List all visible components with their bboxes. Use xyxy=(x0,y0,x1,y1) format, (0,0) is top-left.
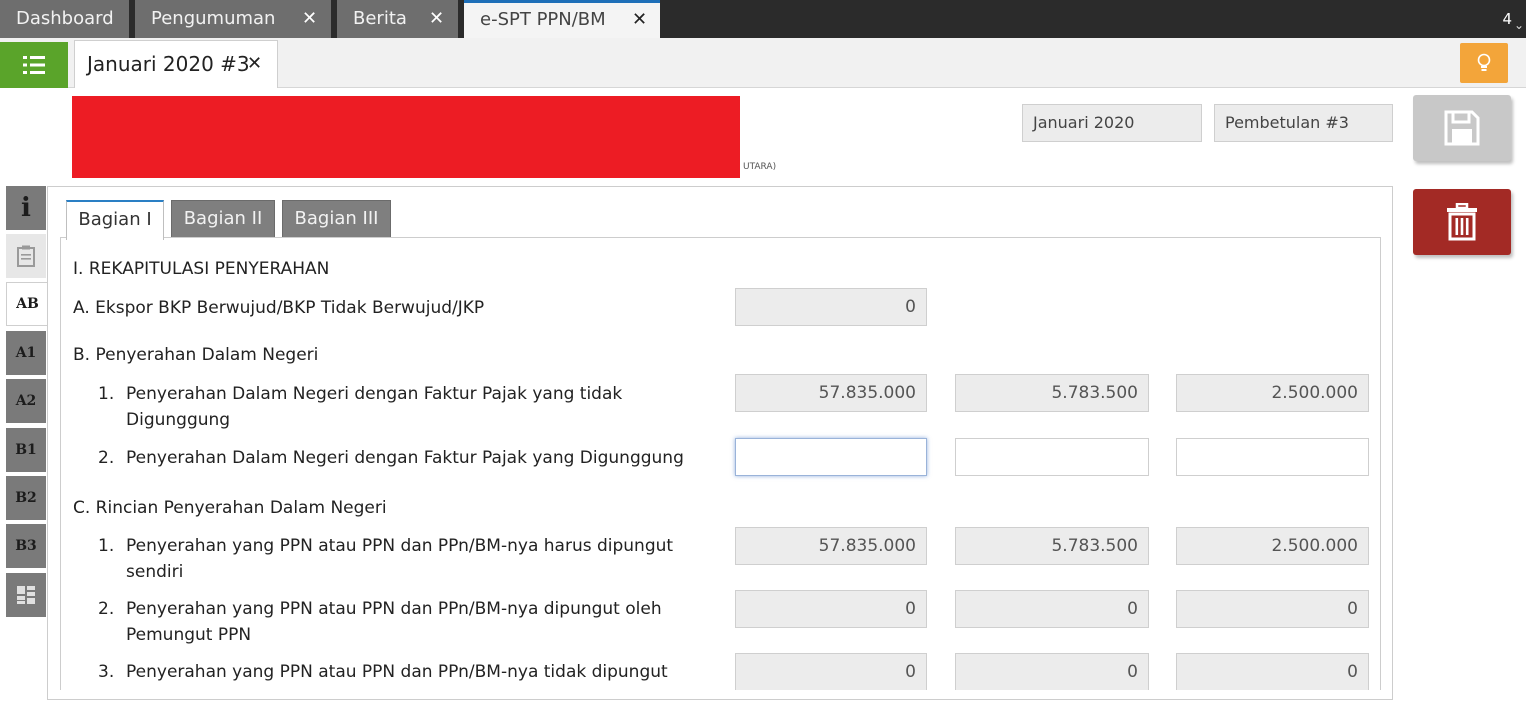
document-tab-label: Januari 2020 #3 xyxy=(87,52,250,76)
section-title: I. REKAPITULASI PENYERAHAN xyxy=(73,259,330,279)
save-button[interactable] xyxy=(1413,95,1511,161)
b2-ppnbm-input[interactable] xyxy=(1176,438,1369,476)
nav-label: B1 xyxy=(15,442,37,458)
c3-ppn-field: 0 xyxy=(955,653,1149,690)
tab-bagian-3[interactable]: Bagian III xyxy=(282,200,391,238)
list-icon xyxy=(23,56,45,74)
trash-icon xyxy=(1447,203,1477,241)
tab-pengumuman[interactable]: Pengumuman ✕ xyxy=(135,0,331,38)
tab-count-badge: 4 xyxy=(1502,10,1512,28)
row-number: 2. xyxy=(98,448,115,468)
tab-label: Berita xyxy=(353,8,407,29)
info-icon: i xyxy=(21,193,31,223)
clipboard-icon xyxy=(17,245,35,267)
nav-label: AB xyxy=(16,296,39,312)
nav-ab[interactable]: AB xyxy=(6,282,48,326)
delete-button[interactable] xyxy=(1413,189,1511,255)
revision-field: Pembetulan #3 xyxy=(1214,104,1393,142)
nav-a2[interactable]: A2 xyxy=(6,379,46,423)
menu-list-button[interactable] xyxy=(0,42,68,88)
close-icon[interactable]: ✕ xyxy=(302,0,317,38)
tab-espt-ppn-bm[interactable]: e-SPT PPN/BM ✕ xyxy=(464,0,660,38)
c2-dpp-field: 0 xyxy=(735,590,927,628)
close-icon[interactable]: ✕ xyxy=(247,41,262,87)
c2-ppn-field: 0 xyxy=(955,590,1149,628)
b2-ppn-input[interactable] xyxy=(955,438,1149,476)
document-bar: Januari 2020 #3 ✕ xyxy=(0,38,1526,88)
tab-berita[interactable]: Berita ✕ xyxy=(337,0,458,38)
b1-dpp-field: 57.835.000 xyxy=(735,374,927,412)
nav-b3[interactable]: B3 xyxy=(6,524,46,568)
row-label: Penyerahan Dalam Negeri dengan Faktur Pa… xyxy=(126,448,684,468)
tab-bagian-1[interactable]: Bagian I xyxy=(66,200,164,240)
row-number: 3. xyxy=(98,662,115,682)
redacted-info-tail: UTARA) xyxy=(743,162,777,172)
nav-a1[interactable]: A1 xyxy=(6,331,46,375)
document-tab[interactable]: Januari 2020 #3 ✕ xyxy=(74,40,278,88)
bagian-1-content: I. REKAPITULASI PENYERAHAN A. Ekspor BKP… xyxy=(60,237,1381,690)
row-a-label: A. Ekspor BKP Berwujud/BKP Tidak Berwuju… xyxy=(73,298,485,318)
nav-label: B3 xyxy=(15,538,37,554)
c1-ppnbm-field: 2.500.000 xyxy=(1176,527,1369,565)
nav-label: A1 xyxy=(15,345,37,361)
row-label-continued: Pemungut PPN xyxy=(126,625,252,645)
row-number: 2. xyxy=(98,599,115,619)
row-label: Penyerahan yang PPN atau PPN dan PPn/BM-… xyxy=(126,662,668,682)
tab-label: Bagian II xyxy=(183,208,263,229)
floppy-disk-icon xyxy=(1444,110,1480,146)
c3-dpp-field: 0 xyxy=(735,653,927,690)
row-label-continued: sendiri xyxy=(126,562,184,582)
b1-ppnbm-field: 2.500.000 xyxy=(1176,374,1369,412)
nav-b2[interactable]: B2 xyxy=(6,476,46,520)
tab-label: Pengumuman xyxy=(151,8,276,29)
nav-label: B2 xyxy=(15,490,37,506)
grid-nav[interactable] xyxy=(6,573,46,617)
tab-label: Bagian III xyxy=(294,208,379,229)
row-label-continued: Digunggung xyxy=(126,410,231,430)
b1-ppn-field: 5.783.500 xyxy=(955,374,1149,412)
row-label: Penyerahan yang PPN atau PPN dan PPn/BM-… xyxy=(126,536,674,556)
row-c-label: C. Rincian Penyerahan Dalam Negeri xyxy=(73,498,387,518)
tab-label: Dashboard xyxy=(16,8,114,29)
top-tab-bar: Dashboard Pengumuman ✕ Berita ✕ e-SPT PP… xyxy=(0,0,1526,38)
lightbulb-icon xyxy=(1477,53,1491,71)
tab-label: e-SPT PPN/BM xyxy=(480,9,606,30)
grid-icon xyxy=(17,586,35,604)
redacted-taxpayer-info xyxy=(72,96,740,178)
close-icon[interactable]: ✕ xyxy=(429,0,444,38)
row-number: 1. xyxy=(98,536,115,556)
c2-ppnbm-field: 0 xyxy=(1176,590,1369,628)
period-field: Januari 2020 xyxy=(1022,104,1202,142)
hint-button[interactable] xyxy=(1460,43,1508,83)
info-nav[interactable]: i xyxy=(6,186,46,230)
c1-ppn-field: 5.783.500 xyxy=(955,527,1149,565)
c3-ppnbm-field: 0 xyxy=(1176,653,1369,690)
tab-label: Bagian I xyxy=(78,209,152,230)
row-label: Penyerahan Dalam Negeri dengan Faktur Pa… xyxy=(126,384,623,404)
c1-dpp-field: 57.835.000 xyxy=(735,527,927,565)
row-number: 1. xyxy=(98,384,115,404)
b2-dpp-input[interactable] xyxy=(735,438,927,476)
clipboard-nav[interactable] xyxy=(6,234,46,278)
nav-b1[interactable]: B1 xyxy=(6,428,46,472)
tab-bagian-2[interactable]: Bagian II xyxy=(171,200,275,238)
tab-dashboard[interactable]: Dashboard xyxy=(0,0,129,38)
close-icon[interactable]: ✕ xyxy=(632,3,647,37)
row-label: Penyerahan yang PPN atau PPN dan PPn/BM-… xyxy=(126,599,662,619)
ekspor-value: 0 xyxy=(735,288,927,326)
nav-label: A2 xyxy=(15,393,37,409)
row-b-label: B. Penyerahan Dalam Negeri xyxy=(73,345,319,365)
